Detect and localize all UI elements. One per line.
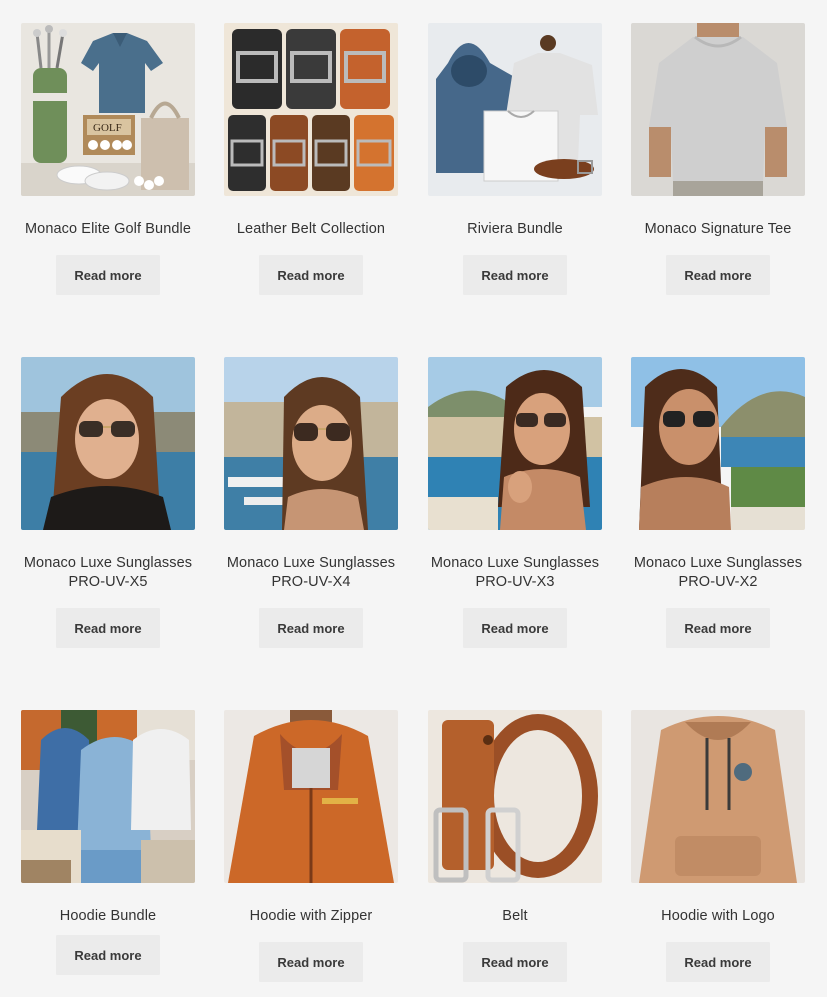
hoodie-logo-illustration: [631, 710, 805, 883]
product-title[interactable]: Belt: [428, 907, 602, 926]
product-card: Monaco Luxe Sunglasses PRO-UV-X2 Read mo…: [631, 357, 805, 648]
read-more-button[interactable]: Read more: [259, 608, 363, 648]
product-card: Hoodie Bundle Read more: [21, 710, 195, 975]
product-title[interactable]: Monaco Elite Golf Bundle: [21, 220, 195, 239]
product-title[interactable]: Hoodie with Zipper: [224, 907, 398, 926]
product-title[interactable]: Monaco Luxe Sunglasses PRO-UV-X5: [21, 554, 195, 592]
read-more-button[interactable]: Read more: [666, 942, 770, 982]
read-more-button[interactable]: Read more: [463, 608, 567, 648]
product-title[interactable]: Monaco Luxe Sunglasses PRO-UV-X4: [224, 554, 398, 592]
read-more-button[interactable]: Read more: [56, 935, 160, 975]
golf-box-label: GOLF: [93, 122, 122, 134]
product-card: Leather Belt Collection Read more: [224, 23, 398, 295]
sunglasses-x5-illustration: [21, 357, 195, 530]
product-image-belt-collection[interactable]: [224, 23, 398, 196]
product-image-sunglasses-x2[interactable]: [631, 357, 805, 530]
product-card: Monaco Luxe Sunglasses PRO-UV-X3 Read mo…: [428, 357, 602, 648]
product-card: Hoodie with Logo Read more: [631, 710, 805, 982]
read-more-button[interactable]: Read more: [259, 942, 363, 982]
product-image-sunglasses-x4[interactable]: [224, 357, 398, 530]
product-title[interactable]: Riviera Bundle: [428, 220, 602, 239]
product-title[interactable]: Leather Belt Collection: [224, 220, 398, 239]
product-card: Monaco Luxe Sunglasses PRO-UV-X5 Read mo…: [21, 357, 195, 648]
product-image-riviera-bundle[interactable]: [428, 23, 602, 196]
product-card: Hoodie with Zipper Read more: [224, 710, 398, 982]
product-card: GOLF Monaco Elite Golf Bundle Read more: [21, 23, 195, 295]
read-more-button[interactable]: Read more: [259, 255, 363, 295]
read-more-button[interactable]: Read more: [666, 608, 770, 648]
product-image-hoodie-bundle[interactable]: [21, 710, 195, 883]
belt-collection-illustration: [224, 23, 398, 196]
signature-tee-illustration: [631, 23, 805, 196]
product-card: Monaco Signature Tee Read more: [631, 23, 805, 295]
product-image-sunglasses-x5[interactable]: [21, 357, 195, 530]
product-title[interactable]: Monaco Luxe Sunglasses PRO-UV-X2: [631, 554, 805, 592]
hoodie-zipper-illustration: [224, 710, 398, 883]
sunglasses-x4-illustration: [224, 357, 398, 530]
read-more-button[interactable]: Read more: [56, 608, 160, 648]
product-card: Monaco Luxe Sunglasses PRO-UV-X4 Read mo…: [224, 357, 398, 648]
product-image-belt[interactable]: [428, 710, 602, 883]
sunglasses-x2-illustration: [631, 357, 805, 530]
product-title[interactable]: Hoodie with Logo: [631, 907, 805, 926]
product-image-golf-bundle[interactable]: GOLF: [21, 23, 195, 196]
read-more-button[interactable]: Read more: [463, 255, 567, 295]
golf-bundle-illustration: GOLF: [21, 23, 195, 196]
belt-illustration: [428, 710, 602, 883]
product-title[interactable]: Monaco Luxe Sunglasses PRO-UV-X3: [428, 554, 602, 592]
product-title[interactable]: Monaco Signature Tee: [631, 220, 805, 239]
product-image-hoodie-logo[interactable]: [631, 710, 805, 883]
riviera-bundle-illustration: [428, 23, 602, 196]
read-more-button[interactable]: Read more: [463, 942, 567, 982]
product-image-signature-tee[interactable]: [631, 23, 805, 196]
product-card: Belt Read more: [428, 710, 602, 982]
product-image-sunglasses-x3[interactable]: [428, 357, 602, 530]
product-grid-page: GOLF Monaco Elite Golf Bundle Read more …: [0, 0, 827, 997]
read-more-button[interactable]: Read more: [666, 255, 770, 295]
product-title[interactable]: Hoodie Bundle: [21, 907, 195, 926]
sunglasses-x3-illustration: [428, 357, 602, 530]
product-card: Riviera Bundle Read more: [428, 23, 602, 295]
product-image-hoodie-zipper[interactable]: [224, 710, 398, 883]
hoodie-bundle-illustration: [21, 710, 195, 883]
read-more-button[interactable]: Read more: [56, 255, 160, 295]
